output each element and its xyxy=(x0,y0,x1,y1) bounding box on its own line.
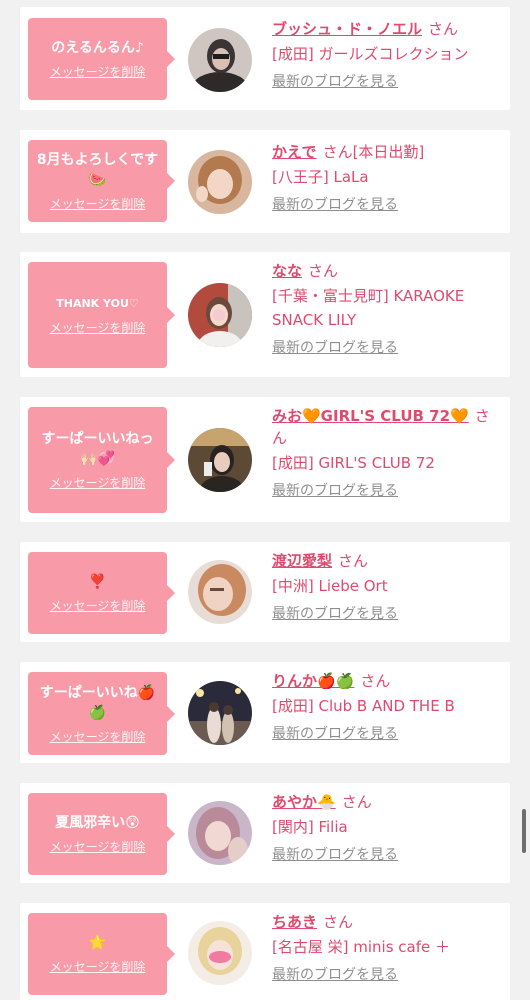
profile-name-link[interactable]: かえで xyxy=(272,143,317,161)
avatar[interactable] xyxy=(188,428,252,492)
delete-message-link[interactable]: メッセージを削除 xyxy=(50,598,146,614)
profile-name-link[interactable]: ブッシュ・ド・ノエル xyxy=(272,20,422,38)
profile-info: 渡辺愛梨 さん [中洲] Liebe Ort 最新のブログを見る xyxy=(272,550,497,624)
san-label: さん xyxy=(338,552,369,570)
delete-message-link[interactable]: メッセージを削除 xyxy=(50,320,146,336)
profile-info: ちあき さん [名古屋 栄] minis cafe ＋ 最新のブログを見る xyxy=(272,911,497,985)
list-item: 8月もよろしくです🍉 メッセージを削除 かえで さん[本日出勤] [八王子] La… xyxy=(20,130,510,233)
message-bubble: 8月もよろしくです🍉 メッセージを削除 xyxy=(28,140,175,222)
avatar[interactable] xyxy=(188,801,252,865)
latest-blog-link[interactable]: 最新のブログを見る xyxy=(272,965,497,985)
list-item: THANK YOU♡ メッセージを削除 なな さん [千葉・富士見町] KARAO… xyxy=(20,252,510,377)
avatar[interactable] xyxy=(188,681,252,745)
message-bubble: すーぱーいいねっ🙌🏻💞 メッセージを削除 xyxy=(28,407,175,513)
profile-info: あやか🐣 さん [関内] Filia 最新のブログを見る xyxy=(272,791,497,865)
latest-blog-link[interactable]: 最新のブログを見る xyxy=(272,845,497,865)
san-label: さん xyxy=(322,143,353,161)
list-item: のえるんるん♪ メッセージを削除 ブッシュ・ド・ノエル さん [成田] ガールズコ… xyxy=(20,7,510,110)
message-text: ❣️ xyxy=(88,574,107,590)
latest-blog-link[interactable]: 最新のブログを見る xyxy=(272,724,497,744)
delete-message-link[interactable]: メッセージを削除 xyxy=(50,959,146,975)
message-text: 夏風邪辛い😲 xyxy=(55,815,140,831)
profile-info: かえで さん[本日出勤] [八王子] LaLa 最新のブログを見る xyxy=(272,141,497,215)
list-item: ❣️ メッセージを削除 渡辺愛梨 さん [中洲] Liebe Ort 最新のブログ… xyxy=(20,542,510,642)
latest-blog-link[interactable]: 最新のブログを見る xyxy=(272,604,497,624)
status-label: [本日出勤] xyxy=(352,143,425,161)
message-bubble: ❣️ メッセージを削除 xyxy=(28,552,175,634)
message-text: THANK YOU♡ xyxy=(56,297,139,310)
profile-name-link[interactable]: みお🧡GIRL'S CLUB 72🧡 xyxy=(272,407,469,425)
delete-message-link[interactable]: メッセージを削除 xyxy=(50,475,146,491)
avatar[interactable] xyxy=(188,283,252,347)
profile-info: みお🧡GIRL'S CLUB 72🧡 さん [成田] GIRL'S CLUB 72… xyxy=(272,405,497,501)
message-text: すーぱーいいね🍎🍏 xyxy=(39,684,156,721)
scrollbar[interactable] xyxy=(522,809,526,853)
message-text: すーぱーいいねっ🙌🏻💞 xyxy=(41,431,154,467)
message-bubble: 🌟 メッセージを削除 xyxy=(28,913,175,995)
profile-name-link[interactable]: りんか🍎🍏 xyxy=(272,672,354,690)
list-item: すーぱーいいね🍎🍏 メッセージを削除 りんか🍎🍏 さん [成田] Club B A… xyxy=(20,662,510,763)
list-item: すーぱーいいねっ🙌🏻💞 メッセージを削除 みお🧡GIRL'S CLUB 72🧡 さ… xyxy=(20,397,510,522)
san-label: さん xyxy=(341,793,372,811)
message-text: 🌟 xyxy=(88,935,107,951)
avatar[interactable] xyxy=(188,921,252,985)
avatar[interactable] xyxy=(188,560,252,624)
avatar[interactable] xyxy=(188,150,252,214)
delete-message-link[interactable]: メッセージを削除 xyxy=(50,196,146,212)
shop-label: [中洲] Liebe Ort xyxy=(272,577,388,595)
profile-name-link[interactable]: 渡辺愛梨 xyxy=(272,552,332,570)
shop-label: [名古屋 栄] minis cafe ＋ xyxy=(272,938,450,956)
list-item: 🌟 メッセージを削除 ちあき さん [名古屋 栄] minis cafe ＋ 最新… xyxy=(20,903,510,1000)
san-label: さん xyxy=(428,20,459,38)
shop-label: [八王子] LaLa xyxy=(272,168,369,186)
shop-label: [成田] ガールズコレクション xyxy=(272,45,469,63)
san-label: さん xyxy=(323,913,354,931)
san-label: さん xyxy=(360,672,391,690)
message-bubble: のえるんるん♪ メッセージを削除 xyxy=(28,18,175,100)
message-text: 8月もよろしくです🍉 xyxy=(36,152,159,188)
shop-label: [関内] Filia xyxy=(272,818,348,836)
profile-info: りんか🍎🍏 さん [成田] Club B AND THE B 最新のブログを見る xyxy=(272,670,497,744)
profile-info: ブッシュ・ド・ノエル さん [成田] ガールズコレクション 最新のブログを見る xyxy=(272,18,497,92)
shop-label: [千葉・富士見町] KARAOKE SNACK LILY xyxy=(272,287,465,329)
message-bubble: 夏風邪辛い😲 メッセージを削除 xyxy=(28,793,175,875)
san-label: さん xyxy=(308,262,339,280)
message-bubble: THANK YOU♡ メッセージを削除 xyxy=(28,262,175,368)
profile-name-link[interactable]: あやか🐣 xyxy=(272,793,336,811)
profile-info: なな さん [千葉・富士見町] KARAOKE SNACK LILY 最新のブログ… xyxy=(272,260,497,358)
avatar[interactable] xyxy=(188,28,252,92)
profile-name-link[interactable]: ちあき xyxy=(272,913,317,931)
delete-message-link[interactable]: メッセージを削除 xyxy=(50,64,146,80)
latest-blog-link[interactable]: 最新のブログを見る xyxy=(272,72,497,92)
message-text: のえるんるん♪ xyxy=(51,40,144,56)
shop-label: [成田] Club B AND THE B xyxy=(272,697,455,715)
list-item: 夏風邪辛い😲 メッセージを削除 あやか🐣 さん [関内] Filia 最新のブログ… xyxy=(20,783,510,883)
message-bubble: すーぱーいいね🍎🍏 メッセージを削除 xyxy=(28,672,175,755)
profile-name-link[interactable]: なな xyxy=(272,262,302,280)
delete-message-link[interactable]: メッセージを削除 xyxy=(50,729,146,745)
latest-blog-link[interactable]: 最新のブログを見る xyxy=(272,481,497,501)
latest-blog-link[interactable]: 最新のブログを見る xyxy=(272,338,497,358)
shop-label: [成田] GIRL'S CLUB 72 xyxy=(272,454,435,472)
delete-message-link[interactable]: メッセージを削除 xyxy=(50,839,146,855)
latest-blog-link[interactable]: 最新のブログを見る xyxy=(272,195,497,215)
